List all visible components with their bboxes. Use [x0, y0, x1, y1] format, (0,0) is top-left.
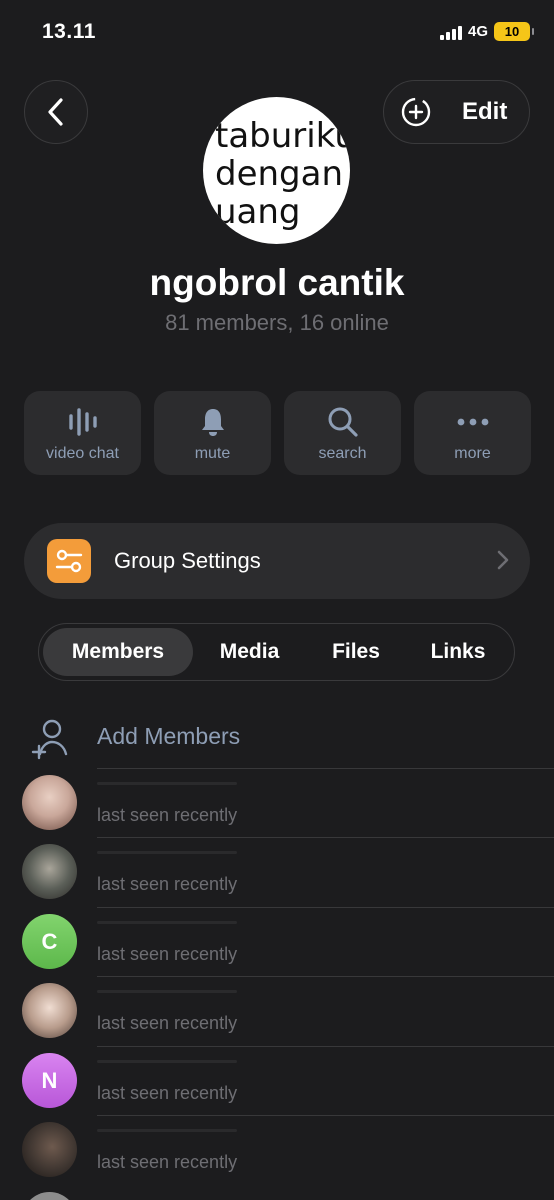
video-chat-button[interactable]: video chat — [24, 391, 141, 475]
member-name-redacted — [97, 990, 237, 993]
status-time: 13.11 — [42, 20, 96, 43]
tab-media[interactable]: Media — [193, 628, 306, 676]
member-avatar — [22, 1122, 77, 1177]
member-status: last seen recently — [97, 944, 238, 964]
add-story-icon[interactable] — [400, 96, 432, 128]
search-button[interactable]: search — [284, 391, 401, 475]
member-name-redacted — [97, 1060, 237, 1063]
tab-members[interactable]: Members — [43, 628, 193, 676]
member-avatar — [22, 775, 77, 830]
member-row[interactable]: last seen recently — [0, 1115, 554, 1184]
voice-wave-icon — [68, 408, 97, 436]
avatar-text-line: dengan — [215, 154, 344, 194]
tab-files[interactable]: Files — [306, 628, 406, 676]
search-label: search — [318, 445, 367, 462]
mute-label: mute — [194, 445, 231, 462]
add-members-label: Add Members — [97, 723, 241, 749]
group-settings-row[interactable]: Group Settings — [24, 523, 530, 599]
add-person-icon — [31, 719, 68, 760]
battery-icon: 10 — [494, 22, 534, 41]
member-name-redacted — [97, 921, 237, 924]
profile-tabs: Members Media Files Links — [38, 623, 515, 681]
bell-icon — [201, 409, 224, 436]
mute-button[interactable]: mute — [154, 391, 271, 475]
add-members-row[interactable]: Add Members — [0, 710, 554, 768]
member-avatar-partial — [22, 1192, 77, 1200]
member-initial: N — [41, 1067, 58, 1093]
more-dots-icon — [457, 418, 488, 426]
member-row[interactable]: N last seen recently — [0, 1046, 554, 1115]
edit-button[interactable]: Edit — [383, 80, 530, 144]
member-row[interactable]: last seen recently — [0, 976, 554, 1045]
group-settings-label: Group Settings — [114, 548, 261, 573]
member-status: last seen recently — [97, 1152, 238, 1172]
member-avatar: N — [22, 1053, 77, 1108]
member-status: last seen recently — [97, 1013, 238, 1033]
member-row[interactable]: C last seen recently — [0, 907, 554, 976]
member-status: last seen recently — [97, 1083, 238, 1103]
signal-icon — [439, 24, 462, 40]
avatar-text-line: uang — [215, 192, 301, 232]
video-chat-label: video chat — [46, 445, 119, 462]
settings-sliders-icon — [47, 539, 91, 583]
action-row: video chat mute search more — [24, 391, 531, 475]
status-indicators: 4G 10 — [439, 22, 534, 41]
member-status: last seen recently — [97, 805, 238, 825]
group-avatar[interactable]: taburiku dengan uang — [203, 97, 350, 244]
more-button[interactable]: more — [414, 391, 531, 475]
group-title: ngobrol cantik — [149, 262, 405, 303]
member-avatar — [22, 983, 77, 1038]
member-status: last seen recently — [97, 874, 238, 894]
status-bar: 13.11 4G 10 — [0, 0, 554, 64]
member-name-redacted — [97, 1129, 237, 1132]
member-avatar — [22, 844, 77, 899]
group-member-count: 81 members, 16 online — [165, 310, 389, 335]
edit-label: Edit — [462, 98, 508, 125]
chevron-left-icon — [48, 98, 63, 126]
battery-level: 10 — [504, 24, 520, 39]
member-name-redacted — [97, 782, 237, 785]
avatar-text-line: taburiku — [215, 116, 350, 156]
network-type: 4G — [467, 23, 488, 40]
member-row[interactable]: last seen recently — [0, 768, 554, 837]
back-button[interactable] — [24, 80, 88, 144]
member-name-redacted — [97, 851, 237, 854]
member-row[interactable]: last seen recently — [0, 837, 554, 906]
tab-links[interactable]: Links — [406, 628, 510, 676]
search-icon — [328, 407, 358, 437]
member-initial: C — [41, 928, 58, 954]
more-label: more — [454, 445, 491, 462]
chevron-right-icon — [497, 550, 509, 570]
member-avatar: C — [22, 914, 77, 969]
